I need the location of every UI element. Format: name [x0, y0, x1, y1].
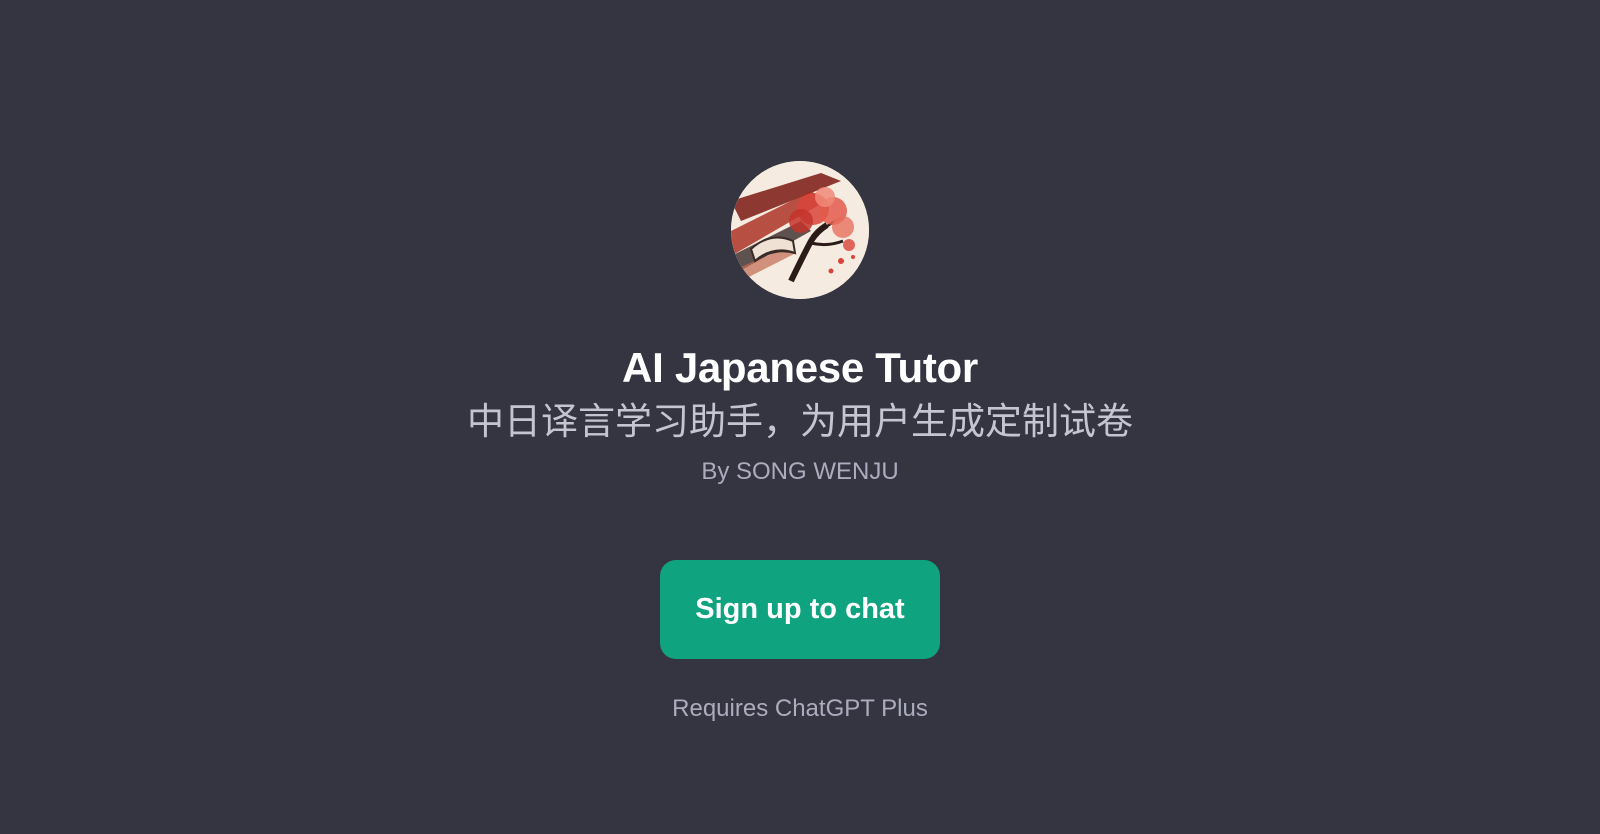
gpt-description: 中日译言学习助手，为用户生成定制试卷: [467, 400, 1133, 443]
cherry-blossom-great-wall-icon: [731, 161, 869, 299]
gpt-avatar: [731, 161, 869, 299]
requires-plus-note: Requires ChatGPT Plus: [672, 695, 928, 722]
gpt-landing-page: AI Japanese Tutor 中日译言学习助手，为用户生成定制试卷 By …: [0, 0, 1600, 834]
sign-up-to-chat-button[interactable]: Sign up to chat: [660, 560, 940, 659]
gpt-author: By SONG WENJU: [701, 458, 899, 485]
gpt-title: AI Japanese Tutor: [622, 344, 978, 391]
